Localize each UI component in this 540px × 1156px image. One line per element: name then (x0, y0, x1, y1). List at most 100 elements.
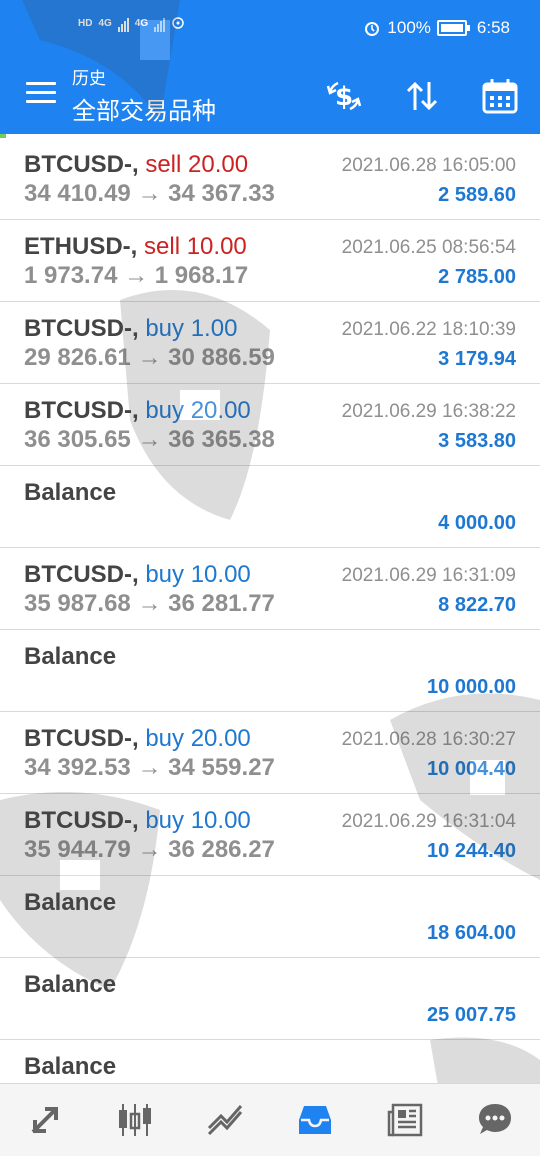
balance-label: Balance (24, 479, 117, 506)
candlestick-chart-icon (119, 1104, 151, 1136)
balance-label: Balance (24, 1053, 117, 1080)
arrow-right-icon: → (137, 344, 162, 371)
close-price: 1 968.17 (154, 262, 249, 289)
quotes-arrows-icon (31, 1107, 58, 1134)
open-price: 34 410.49 (24, 180, 131, 207)
hotspot-icon (172, 17, 184, 29)
close-price: 36 281.77 (168, 590, 275, 617)
symbol: BTCUSD-, (24, 807, 139, 834)
arrow-right-icon: → (124, 262, 149, 289)
chat-icon (479, 1104, 511, 1134)
symbol: BTCUSD-, (24, 397, 139, 424)
network-type-1: 4G (98, 17, 112, 29)
nav-quotes[interactable] (0, 1084, 90, 1156)
open-price: 36 305.65 (24, 426, 131, 453)
page-title[interactable]: 全部交易品种 (72, 91, 216, 126)
balance-amount: 4 000.00 (438, 512, 516, 534)
arrow-right-icon: → (137, 836, 162, 863)
trade-row[interactable]: BTCUSD-, buy 20.00 36 305.65 → 36 365.38… (0, 384, 540, 466)
trade-time: 2021.06.28 16:05:00 (341, 155, 516, 176)
history-list[interactable]: BTCUSD-, sell 20.00 34 410.49 → 34 367.3… (0, 138, 540, 1084)
toolbar-title-block: 历史 全部交易品种 (72, 64, 216, 126)
open-price: 1 973.74 (24, 262, 118, 289)
trade-row[interactable]: BTCUSD-, buy 20.00 34 392.53 → 34 559.27… (0, 712, 540, 794)
profit: 2 785.00 (438, 266, 516, 288)
trade-chart-icon (207, 1105, 243, 1136)
symbol: BTCUSD-, (24, 725, 139, 752)
trade-row[interactable]: ETHUSD-, sell 10.00 1 973.74 → 1 968.17 … (0, 220, 540, 302)
menu-icon[interactable] (26, 82, 56, 106)
trade-time: 2021.06.25 08:56:54 (341, 237, 516, 258)
currency-exchange-icon[interactable]: $ (322, 74, 366, 118)
nav-chart[interactable] (90, 1084, 180, 1156)
network-type-2: 4G (134, 17, 149, 29)
trade-row[interactable]: BTCUSD-, buy 10.00 35 944.79 → 36 286.27… (0, 794, 540, 876)
trade-action: buy 10.00 (145, 807, 251, 834)
nav-trade[interactable] (180, 1084, 270, 1156)
balance-amount: 25 007.75 (427, 1004, 516, 1026)
close-price: 34 559.27 (168, 754, 275, 781)
open-price: 34 392.53 (24, 754, 131, 781)
balance-amount: 18 604.00 (427, 922, 516, 944)
symbol: ETHUSD-, (24, 233, 138, 260)
trade-action: buy 10.00 (145, 561, 251, 588)
open-price: 35 944.79 (24, 836, 131, 863)
trade-row[interactable]: BTCUSD-, buy 10.00 35 987.68 → 36 281.77… (0, 548, 540, 630)
trade-action: sell 10.00 (144, 233, 247, 260)
balance-row[interactable]: Balance 4 000.00 (0, 466, 540, 548)
trade-time: 2021.06.29 16:38:22 (341, 401, 516, 422)
status-right: 100% 6:58 (363, 18, 510, 38)
symbol: BTCUSD-, (24, 561, 139, 588)
profit: 3 179.94 (438, 348, 516, 370)
balance-row[interactable]: Balance (0, 1040, 540, 1084)
arrow-right-icon: → (137, 180, 162, 207)
balance-label: Balance (24, 643, 117, 670)
profit: 10 004.40 (427, 758, 516, 780)
balance-amount: 10 000.00 (427, 676, 516, 698)
balance-row[interactable]: Balance 10 000.00 (0, 630, 540, 712)
sort-icon[interactable] (400, 74, 444, 118)
close-price: 36 286.27 (168, 836, 275, 863)
trade-time: 2021.06.29 16:31:04 (341, 811, 516, 832)
trade-time: 2021.06.28 16:30:27 (341, 729, 516, 750)
balance-row[interactable]: Balance 25 007.75 (0, 958, 540, 1040)
signal-icon (154, 14, 166, 32)
trade-action: buy 1.00 (145, 315, 238, 342)
clock: 6:58 (476, 18, 510, 37)
trade-row[interactable]: BTCUSD-, buy 1.00 29 826.61 → 30 886.59 … (0, 302, 540, 384)
network-indicators: HD 4G 4G (78, 14, 185, 32)
profit: 2 589.60 (438, 184, 516, 206)
arrow-right-icon: → (137, 590, 162, 617)
bottom-navigation (0, 1083, 540, 1156)
open-price: 29 826.61 (24, 344, 131, 371)
close-price: 30 886.59 (168, 344, 275, 371)
calendar-icon[interactable] (478, 74, 522, 118)
trade-action: buy 20.00 (145, 725, 251, 752)
profit: 8 822.70 (438, 594, 516, 616)
trade-time: 2021.06.22 18:10:39 (341, 319, 516, 340)
nav-history[interactable] (270, 1084, 360, 1156)
page-subtitle: 历史 (72, 69, 106, 88)
profit: 3 583.80 (438, 430, 516, 452)
app-toolbar: 历史 全部交易品种 $ (0, 58, 540, 134)
nav-chat[interactable] (450, 1084, 540, 1156)
alarm-icon (365, 22, 380, 36)
status-bar: HD 4G 4G 100% 6:58 (0, 0, 540, 58)
profit: 10 244.40 (427, 840, 516, 862)
balance-row[interactable]: Balance 18 604.00 (0, 876, 540, 958)
nav-news[interactable] (360, 1084, 450, 1156)
trade-time: 2021.06.29 16:31:09 (341, 565, 516, 586)
battery-icon (436, 20, 470, 36)
balance-label: Balance (24, 889, 117, 916)
balance-label: Balance (24, 971, 117, 998)
battery-percent: 100% (387, 18, 431, 37)
open-price: 35 987.68 (24, 590, 131, 617)
symbol: BTCUSD-, (24, 315, 139, 342)
hd-badge: HD (78, 17, 93, 29)
trade-action: buy 20.00 (145, 397, 251, 424)
close-price: 36 365.38 (168, 426, 275, 453)
signal-icon (117, 14, 129, 32)
arrow-right-icon: → (137, 426, 162, 453)
news-icon (387, 1103, 423, 1137)
trade-row[interactable]: BTCUSD-, sell 20.00 34 410.49 → 34 367.3… (0, 138, 540, 220)
